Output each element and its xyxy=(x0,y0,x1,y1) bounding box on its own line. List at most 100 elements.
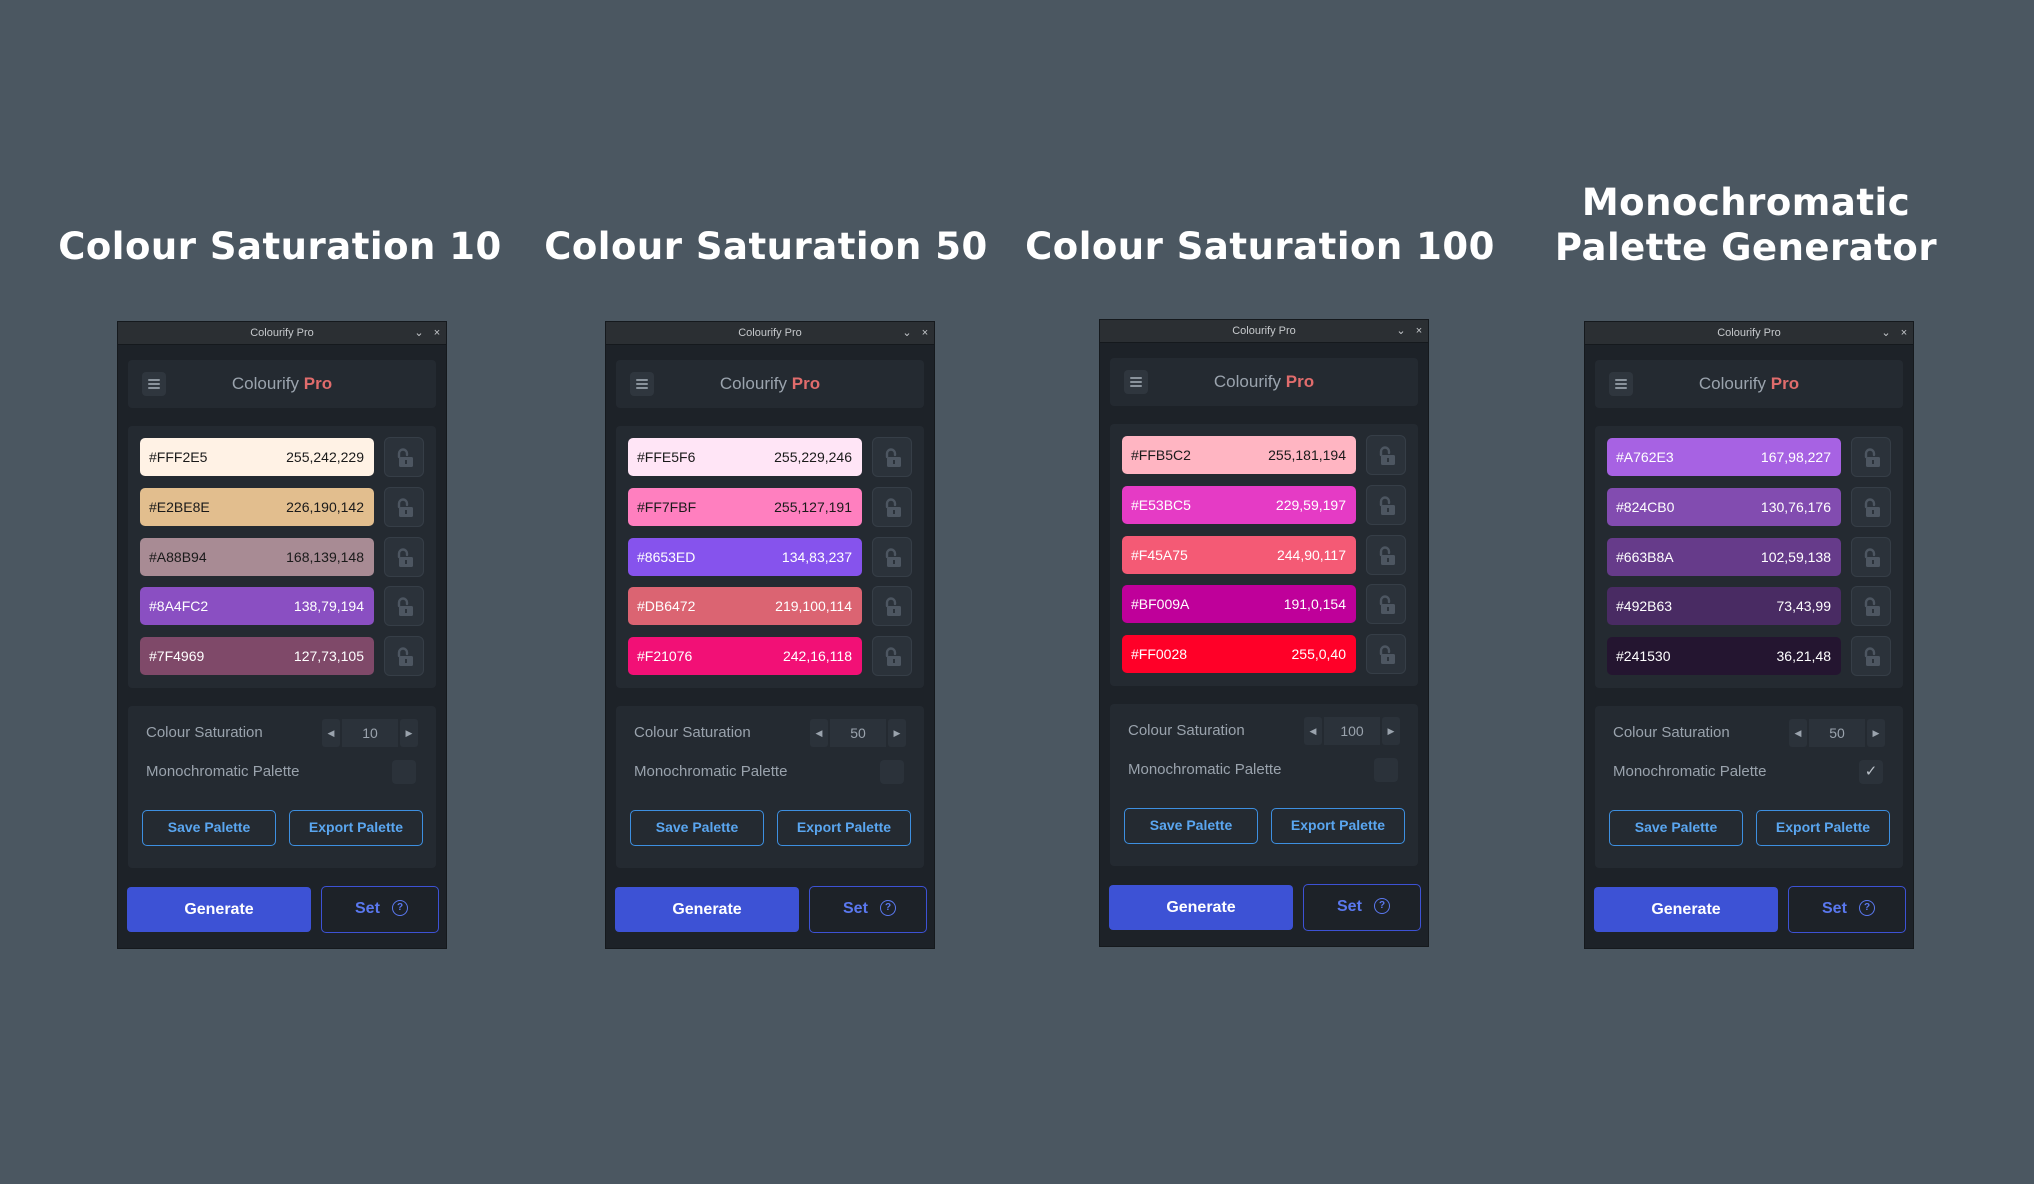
save-palette-button[interactable]: Save Palette xyxy=(1124,808,1258,844)
saturation-value[interactable]: 100 xyxy=(1324,717,1380,745)
minimize-icon[interactable]: ⌄ xyxy=(412,322,426,344)
lock-button[interactable] xyxy=(1851,537,1891,577)
color-swatch[interactable]: #7F4969 127,73,105 xyxy=(140,637,374,675)
generate-button[interactable]: Generate xyxy=(1594,887,1778,932)
saturation-value[interactable]: 10 xyxy=(342,719,398,747)
unlocked-padlock-icon xyxy=(397,448,413,467)
lock-button[interactable] xyxy=(1366,485,1406,525)
save-palette-button[interactable]: Save Palette xyxy=(1609,810,1743,846)
lock-button[interactable] xyxy=(872,636,912,676)
minimize-icon[interactable]: ⌄ xyxy=(1879,322,1893,344)
color-swatch[interactable]: #8A4FC2 138,79,194 xyxy=(140,587,374,625)
lock-button[interactable] xyxy=(1851,586,1891,626)
export-palette-button[interactable]: Export Palette xyxy=(289,810,423,846)
color-swatch[interactable]: #E2BE8E 226,190,142 xyxy=(140,488,374,526)
close-icon[interactable]: × xyxy=(918,322,932,344)
lock-button[interactable] xyxy=(1366,435,1406,475)
color-swatch[interactable]: #824CB0 130,76,176 xyxy=(1607,488,1841,526)
saturation-spinbox[interactable]: ◀ 100 ▶ xyxy=(1304,717,1400,745)
minimize-icon[interactable]: ⌄ xyxy=(1394,320,1408,342)
generate-button[interactable]: Generate xyxy=(1109,885,1293,930)
color-swatch[interactable]: #A762E3 167,98,227 xyxy=(1607,438,1841,476)
lock-button[interactable] xyxy=(1366,584,1406,624)
export-palette-button[interactable]: Export Palette xyxy=(1756,810,1890,846)
lock-button[interactable] xyxy=(1366,535,1406,575)
color-swatch[interactable]: #FF7FBF 255,127,191 xyxy=(628,488,862,526)
monochromatic-checkbox[interactable] xyxy=(880,760,904,784)
save-palette-button[interactable]: Save Palette xyxy=(630,810,764,846)
column-title-line-1: Colour Saturation 50 xyxy=(544,225,988,268)
saturation-spinbox[interactable]: ◀ 10 ▶ xyxy=(322,719,418,747)
monochromatic-checkbox[interactable] xyxy=(1374,758,1398,782)
set-button[interactable]: Set ? xyxy=(809,886,927,933)
lock-button[interactable] xyxy=(872,537,912,577)
save-palette-button[interactable]: Save Palette xyxy=(142,810,276,846)
lock-button[interactable] xyxy=(384,437,424,477)
export-palette-button[interactable]: Export Palette xyxy=(777,810,911,846)
swatch-rgb: 138,79,194 xyxy=(293,598,364,614)
decrease-arrow-icon[interactable]: ◀ xyxy=(322,719,340,747)
lock-button[interactable] xyxy=(384,537,424,577)
color-swatch[interactable]: #FFE5F6 255,229,246 xyxy=(628,438,862,476)
color-swatch[interactable]: #A88B94 168,139,148 xyxy=(140,538,374,576)
decrease-arrow-icon[interactable]: ◀ xyxy=(1304,717,1322,745)
monochromatic-checkbox[interactable]: ✓ xyxy=(1859,760,1883,784)
lock-button[interactable] xyxy=(1366,634,1406,674)
lock-button[interactable] xyxy=(1851,487,1891,527)
color-swatch[interactable]: #241530 36,21,48 xyxy=(1607,637,1841,675)
decrease-arrow-icon[interactable]: ◀ xyxy=(810,719,828,747)
set-button[interactable]: Set ? xyxy=(1788,886,1906,933)
color-swatch[interactable]: #8653ED 134,83,237 xyxy=(628,538,862,576)
swatch-rgb: 167,98,227 xyxy=(1760,449,1831,465)
increase-arrow-icon[interactable]: ▶ xyxy=(888,719,906,747)
generate-button[interactable]: Generate xyxy=(127,887,311,932)
color-swatch[interactable]: #BF009A 191,0,154 xyxy=(1122,585,1356,623)
color-swatch[interactable]: #492B63 73,43,99 xyxy=(1607,587,1841,625)
increase-arrow-icon[interactable]: ▶ xyxy=(400,719,418,747)
lock-button[interactable] xyxy=(872,437,912,477)
saturation-value[interactable]: 50 xyxy=(830,719,886,747)
swatch-hex: #FF0028 xyxy=(1131,646,1188,662)
export-palette-button[interactable]: Export Palette xyxy=(1271,808,1405,844)
color-swatch[interactable]: #663B8A 102,59,138 xyxy=(1607,538,1841,576)
set-button[interactable]: Set ? xyxy=(321,886,439,933)
lock-button[interactable] xyxy=(872,487,912,527)
help-icon: ? xyxy=(880,900,896,916)
minimize-icon[interactable]: ⌄ xyxy=(900,322,914,344)
set-button[interactable]: Set ? xyxy=(1303,884,1421,931)
saturation-spinbox[interactable]: ◀ 50 ▶ xyxy=(1789,719,1885,747)
color-swatch[interactable]: #FFB5C2 255,181,194 xyxy=(1122,436,1356,474)
column-title-line-1: Monochromatic xyxy=(1581,181,1911,224)
lock-button[interactable] xyxy=(1851,636,1891,676)
color-swatch[interactable]: #FF0028 255,0,40 xyxy=(1122,635,1356,673)
swatch-hex: #DB6472 xyxy=(637,598,696,614)
lock-button[interactable] xyxy=(384,636,424,676)
generate-button[interactable]: Generate xyxy=(615,887,799,932)
close-icon[interactable]: × xyxy=(1897,322,1911,344)
color-swatch[interactable]: #FFF2E5 255,242,229 xyxy=(140,438,374,476)
saturation-value[interactable]: 50 xyxy=(1809,719,1865,747)
help-icon: ? xyxy=(1859,900,1875,916)
increase-arrow-icon[interactable]: ▶ xyxy=(1382,717,1400,745)
swatch-hex: #A88B94 xyxy=(149,549,207,565)
color-swatch[interactable]: #DB6472 219,100,114 xyxy=(628,587,862,625)
close-icon[interactable]: × xyxy=(1412,320,1426,342)
unlocked-padlock-icon xyxy=(885,498,901,517)
lock-button[interactable] xyxy=(872,586,912,626)
lock-button[interactable] xyxy=(1851,437,1891,477)
set-button-label: Set xyxy=(843,900,868,917)
app-window: Colourify Pro ⌄ × Colourify Pro #A762E3 1… xyxy=(1585,322,1913,948)
monochromatic-checkbox[interactable] xyxy=(392,760,416,784)
lock-button[interactable] xyxy=(384,487,424,527)
lock-button[interactable] xyxy=(384,586,424,626)
color-swatch[interactable]: #F45A75 244,90,117 xyxy=(1122,536,1356,574)
close-icon[interactable]: × xyxy=(430,322,444,344)
increase-arrow-icon[interactable]: ▶ xyxy=(1867,719,1885,747)
swatch-rgb: 191,0,154 xyxy=(1283,596,1346,612)
decrease-arrow-icon[interactable]: ◀ xyxy=(1789,719,1807,747)
color-swatch[interactable]: #E53BC5 229,59,197 xyxy=(1122,486,1356,524)
unlocked-padlock-icon xyxy=(1864,548,1880,567)
saturation-spinbox[interactable]: ◀ 50 ▶ xyxy=(810,719,906,747)
color-swatch[interactable]: #F21076 242,16,118 xyxy=(628,637,862,675)
swatch-rgb: 255,229,246 xyxy=(774,449,852,465)
